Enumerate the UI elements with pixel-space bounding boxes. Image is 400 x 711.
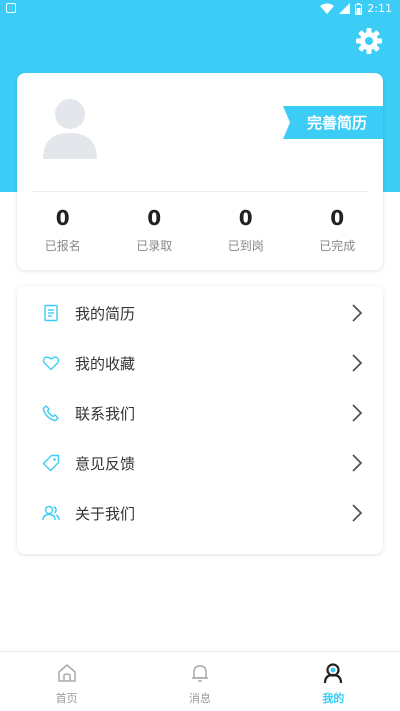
menu-item-label: 关于我们 <box>75 504 136 523</box>
avatar-icon <box>43 99 97 159</box>
gear-icon <box>356 28 382 54</box>
stat-label: 已到岗 <box>227 239 264 253</box>
battery-icon <box>355 2 363 15</box>
chevron-right-icon <box>352 354 363 372</box>
menu-item-feedback[interactable]: 意见反馈 <box>17 438 383 488</box>
avatar[interactable] <box>41 97 99 159</box>
tab-messages[interactable]: 消息 <box>133 652 266 711</box>
stat-label: 已录取 <box>136 239 173 253</box>
tab-label: 首页 <box>55 692 78 705</box>
chevron-right-icon <box>352 454 363 472</box>
stats-row: 0 已报名 0 已录取 0 已到岗 0 已完成 <box>17 205 383 254</box>
profile-icon <box>324 663 343 684</box>
stat-completed[interactable]: 0 已完成 <box>292 205 384 254</box>
chevron-right-icon <box>352 404 363 422</box>
menu-item-label: 我的简历 <box>75 304 136 323</box>
stat-value: 0 <box>55 206 70 230</box>
users-icon <box>42 505 60 521</box>
stat-label: 已完成 <box>319 239 356 253</box>
stat-registered[interactable]: 0 已报名 <box>17 205 109 254</box>
notification-icon <box>6 3 16 13</box>
tab-label: 消息 <box>188 692 211 705</box>
status-icons: 2:11 <box>320 2 392 15</box>
menu-item-contact[interactable]: 联系我们 <box>17 388 383 438</box>
menu-item-label: 意见反馈 <box>75 454 136 473</box>
tag-icon <box>42 454 60 472</box>
complete-resume-button[interactable]: 完善简历 <box>283 106 383 139</box>
phone-icon <box>42 405 59 422</box>
heart-icon <box>42 356 60 371</box>
menu-item-resume[interactable]: 我的简历 <box>17 288 383 338</box>
tab-home[interactable]: 首页 <box>0 652 133 711</box>
signal-icon <box>339 3 351 14</box>
stat-value: 0 <box>330 206 345 230</box>
chevron-right-icon <box>352 504 363 522</box>
bell-icon <box>191 665 208 682</box>
divider <box>32 191 368 192</box>
stat-label: 已报名 <box>44 239 81 253</box>
stat-value: 0 <box>147 206 162 230</box>
stat-value: 0 <box>238 206 253 230</box>
stat-onboarded[interactable]: 0 已到岗 <box>200 205 292 254</box>
menu-item-label: 我的收藏 <box>75 354 136 373</box>
menu-item-about[interactable]: 关于我们 <box>17 488 383 538</box>
settings-button[interactable] <box>354 26 384 56</box>
menu-item-label: 联系我们 <box>75 404 136 423</box>
wifi-icon <box>320 3 335 14</box>
profile-card: 完善简历 0 已报名 0 已录取 0 已到岗 0 已完成 <box>17 73 383 270</box>
tab-bar: 首页 消息 我的 <box>0 651 400 711</box>
tab-label: 我的 <box>322 692 345 705</box>
menu-item-favorites[interactable]: 我的收藏 <box>17 338 383 388</box>
chevron-right-icon <box>352 304 363 322</box>
stat-hired[interactable]: 0 已录取 <box>109 205 201 254</box>
resume-icon <box>44 304 58 322</box>
status-time: 2:11 <box>367 2 392 15</box>
home-icon <box>57 664 76 682</box>
tab-mine[interactable]: 我的 <box>267 652 400 711</box>
menu-card: 我的简历 我的收藏 联系我们 意见反馈 关于我们 <box>17 286 383 554</box>
status-bar: 2:11 <box>0 0 400 18</box>
